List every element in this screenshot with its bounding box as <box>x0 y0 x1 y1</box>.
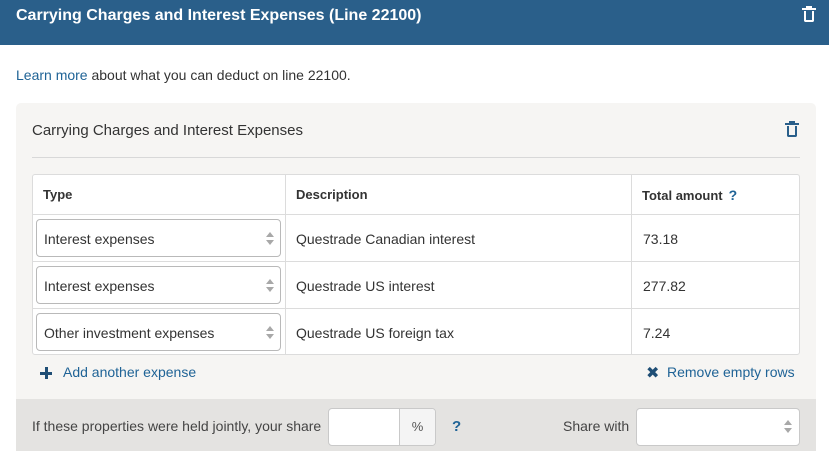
table-row-1-amount-cell[interactable]: 73.18 <box>632 215 799 262</box>
column-header-description: Description <box>286 175 632 215</box>
amount-value-3[interactable]: 7.24 <box>643 325 670 341</box>
amount-value-1[interactable]: 73.18 <box>643 231 678 247</box>
expenses-panel: Carrying Charges and Interest Expenses T… <box>16 103 816 399</box>
delete-panel-trash-icon[interactable] <box>785 121 799 137</box>
expenses-table: Type Description Total amount? Interest … <box>32 174 800 355</box>
table-row-2-description-cell[interactable]: Questrade US interest <box>286 262 632 309</box>
close-icon: ✖ <box>646 365 660 382</box>
select-arrows-icon <box>266 279 274 293</box>
expense-type-select-3[interactable]: Other investment expenses <box>36 313 281 351</box>
panel-divider <box>32 157 800 158</box>
share-help-icon[interactable]: ? <box>452 418 461 435</box>
select-arrows-icon <box>784 420 792 434</box>
column-header-total-amount: Total amount? <box>632 175 799 215</box>
remove-empty-rows-button[interactable]: ✖ Remove empty rows <box>646 364 795 382</box>
learn-more-link[interactable]: Learn more <box>16 67 88 83</box>
add-another-expense-button[interactable]: Add another expense <box>40 364 196 380</box>
joint-share-label: If these properties were held jointly, y… <box>32 418 322 434</box>
table-row-3-type-cell: Other investment expenses <box>33 309 286 354</box>
joint-ownership-bar: If these properties were held jointly, y… <box>16 399 816 451</box>
select-arrows-icon <box>266 326 274 340</box>
section-title: Carrying Charges and Interest Expenses (… <box>16 7 422 24</box>
share-with-label: Share with <box>563 418 630 434</box>
share-percent-field[interactable]: % <box>328 408 436 446</box>
description-value-3[interactable]: Questrade US foreign tax <box>296 325 454 341</box>
expense-type-select-2[interactable]: Interest expenses <box>36 266 281 304</box>
select-arrows-icon <box>266 232 274 246</box>
section-header: Carrying Charges and Interest Expenses (… <box>0 0 829 45</box>
table-row-2-amount-cell[interactable]: 277.82 <box>632 262 799 309</box>
panel-title: Carrying Charges and Interest Expenses <box>32 122 303 139</box>
plus-icon <box>40 367 52 379</box>
expense-type-select-1[interactable]: Interest expenses <box>36 219 281 257</box>
table-row-3-description-cell[interactable]: Questrade US foreign tax <box>286 309 632 354</box>
share-with-select[interactable] <box>636 408 800 446</box>
table-row-2-type-cell: Interest expenses <box>33 262 286 309</box>
intro-rest-text: about what you can deduct on line 22100. <box>87 67 351 83</box>
description-value-1[interactable]: Questrade Canadian interest <box>296 231 475 247</box>
table-row-3-amount-cell[interactable]: 7.24 <box>632 309 799 354</box>
delete-section-trash-icon[interactable] <box>802 6 816 22</box>
description-value-2[interactable]: Questrade US interest <box>296 278 435 294</box>
table-row-1-type-cell: Interest expenses <box>33 215 286 262</box>
total-amount-help-icon[interactable]: ? <box>729 187 738 203</box>
table-row-1-description-cell[interactable]: Questrade Canadian interest <box>286 215 632 262</box>
intro-text: Learn more about what you can deduct on … <box>16 67 351 83</box>
percent-suffix: % <box>399 409 435 445</box>
column-header-type: Type <box>33 175 286 215</box>
share-percent-input[interactable] <box>329 409 399 445</box>
amount-value-2[interactable]: 277.82 <box>643 278 686 294</box>
